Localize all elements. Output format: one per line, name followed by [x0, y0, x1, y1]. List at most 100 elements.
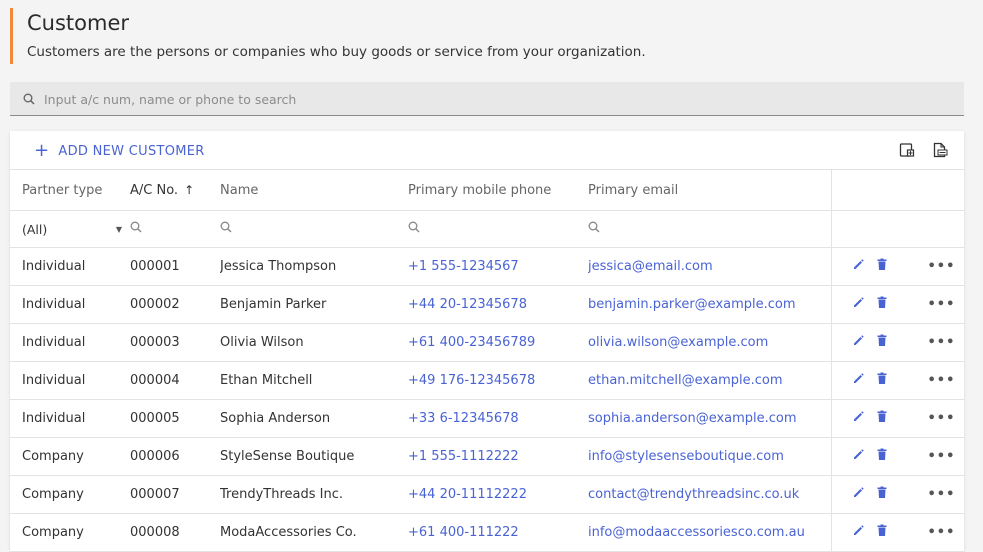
- ac-no-filter[interactable]: [130, 210, 220, 248]
- partner-type-filter[interactable]: (All) ▼: [22, 222, 122, 237]
- more-options-icon[interactable]: •••: [928, 487, 956, 502]
- row-actions: •••: [830, 513, 964, 552]
- row-actions: •••: [830, 399, 964, 438]
- customer-table: Partner type A/C No. ↑ Name Primary mobil…: [10, 170, 964, 552]
- table-row[interactable]: Individual 000003 Olivia Wilson +61 400-234…: [10, 323, 964, 362]
- table-row[interactable]: Individual 000005 Sophia Anderson +33 6-123…: [10, 399, 964, 438]
- table-row[interactable]: Individual 000002 Benjamin Parker +44 20-12…: [10, 285, 964, 324]
- edit-icon[interactable]: [852, 258, 865, 275]
- edit-icon[interactable]: [852, 524, 865, 541]
- ac-no-cell: 000002: [130, 285, 220, 324]
- column-header-actions: [830, 170, 964, 211]
- column-header-partner-type[interactable]: Partner type: [10, 170, 130, 211]
- edit-icon[interactable]: [852, 296, 865, 313]
- email-link[interactable]: benjamin.parker@example.com: [588, 285, 831, 324]
- more-options-icon[interactable]: •••: [928, 411, 956, 426]
- delete-icon[interactable]: [876, 410, 888, 427]
- email-link[interactable]: info@modaaccessoriesco.com.au: [588, 513, 831, 552]
- phone-link[interactable]: +61 400-23456789: [408, 323, 588, 362]
- table-row[interactable]: Company 000006 StyleSense Boutique +1 555-1…: [10, 437, 964, 476]
- grid-toolbar: + ADD NEW CUSTOMER: [10, 131, 964, 170]
- more-options-icon[interactable]: •••: [928, 259, 956, 274]
- partner-type-cell: Individual: [10, 361, 130, 400]
- name-filter[interactable]: [220, 210, 408, 248]
- export-excel-icon[interactable]: [899, 142, 915, 158]
- more-options-icon[interactable]: •••: [928, 335, 956, 350]
- add-customer-button[interactable]: + ADD NEW CUSTOMER: [34, 141, 205, 161]
- partner-type-filter-value: (All): [22, 221, 48, 237]
- export-pdf-icon[interactable]: [932, 142, 948, 158]
- phone-link[interactable]: +44 20-12345678: [408, 285, 588, 324]
- table-row[interactable]: Company 000008 ModaAccessories Co. +61 400-…: [10, 513, 964, 552]
- more-options-icon[interactable]: •••: [928, 297, 956, 312]
- row-actions: •••: [830, 437, 964, 476]
- search-icon: [23, 93, 35, 105]
- partner-type-cell: Company: [10, 437, 130, 476]
- email-filter[interactable]: [588, 210, 831, 248]
- email-link[interactable]: contact@trendythreadsinc.co.uk: [588, 475, 831, 514]
- page-header: Customer Customers are the persons or co…: [10, 8, 646, 64]
- edit-icon[interactable]: [852, 486, 865, 503]
- phone-link[interactable]: +61 400-111222: [408, 513, 588, 552]
- email-link[interactable]: info@stylesenseboutique.com: [588, 437, 831, 476]
- column-header-ac-no[interactable]: A/C No. ↑: [130, 170, 220, 211]
- sort-ascending-icon: ↑: [184, 182, 195, 197]
- edit-icon[interactable]: [852, 334, 865, 351]
- partner-type-cell: Individual: [10, 285, 130, 324]
- page-subtitle: Customers are the persons or companies w…: [27, 44, 646, 60]
- name-cell: Olivia Wilson: [220, 323, 408, 362]
- plus-icon: +: [34, 140, 50, 161]
- phone-link[interactable]: +1 555-1234567: [408, 247, 588, 286]
- search-bar[interactable]: [10, 82, 964, 117]
- delete-icon[interactable]: [876, 258, 888, 275]
- delete-icon[interactable]: [876, 372, 888, 389]
- name-cell: ModaAccessories Co.: [220, 513, 408, 552]
- name-cell: TrendyThreads Inc.: [220, 475, 408, 514]
- row-actions: •••: [830, 285, 964, 324]
- row-actions: •••: [830, 361, 964, 400]
- more-options-icon[interactable]: •••: [928, 449, 956, 464]
- column-header-email[interactable]: Primary email: [588, 170, 831, 211]
- delete-icon[interactable]: [876, 486, 888, 503]
- partner-type-cell: Individual: [10, 399, 130, 438]
- email-link[interactable]: olivia.wilson@example.com: [588, 323, 831, 362]
- ac-no-cell: 000007: [130, 475, 220, 514]
- partner-type-cell: Individual: [10, 323, 130, 362]
- phone-link[interactable]: +44 20-11112222: [408, 475, 588, 514]
- delete-icon[interactable]: [876, 334, 888, 351]
- email-link[interactable]: sophia.anderson@example.com: [588, 399, 831, 438]
- phone-link[interactable]: +49 176-12345678: [408, 361, 588, 400]
- delete-icon[interactable]: [876, 448, 888, 465]
- table-row[interactable]: Individual 000001 Jessica Thompson +1 555-1…: [10, 247, 964, 286]
- more-options-icon[interactable]: •••: [928, 525, 956, 540]
- more-options-icon[interactable]: •••: [928, 373, 956, 388]
- row-actions: •••: [830, 247, 964, 286]
- partner-type-cell: Individual: [10, 247, 130, 286]
- ac-no-cell: 000006: [130, 437, 220, 476]
- email-link[interactable]: jessica@email.com: [588, 247, 831, 286]
- delete-icon[interactable]: [876, 524, 888, 541]
- name-cell: Benjamin Parker: [220, 285, 408, 324]
- table-row[interactable]: Individual 000004 Ethan Mitchell +49 176-12…: [10, 361, 964, 400]
- partner-type-cell: Company: [10, 513, 130, 552]
- phone-filter[interactable]: [408, 210, 588, 248]
- edit-icon[interactable]: [852, 372, 865, 389]
- email-link[interactable]: ethan.mitchell@example.com: [588, 361, 831, 400]
- delete-icon[interactable]: [876, 296, 888, 313]
- column-header-name[interactable]: Name: [220, 170, 408, 211]
- edit-icon[interactable]: [852, 448, 865, 465]
- ac-no-cell: 000001: [130, 247, 220, 286]
- edit-icon[interactable]: [852, 410, 865, 427]
- search-input[interactable]: [42, 82, 946, 117]
- ac-no-cell: 000004: [130, 361, 220, 400]
- search-icon: [130, 221, 142, 233]
- partner-type-cell: Company: [10, 475, 130, 514]
- column-header-phone[interactable]: Primary mobile phone: [408, 170, 588, 211]
- row-actions: •••: [830, 475, 964, 514]
- name-cell: StyleSense Boutique: [220, 437, 408, 476]
- phone-link[interactable]: +1 555-1112222: [408, 437, 588, 476]
- table-row[interactable]: Company 000007 TrendyThreads Inc. +44 20-11…: [10, 475, 964, 514]
- ac-no-cell: 000008: [130, 513, 220, 552]
- phone-link[interactable]: +33 6-12345678: [408, 399, 588, 438]
- ac-no-cell: 000003: [130, 323, 220, 362]
